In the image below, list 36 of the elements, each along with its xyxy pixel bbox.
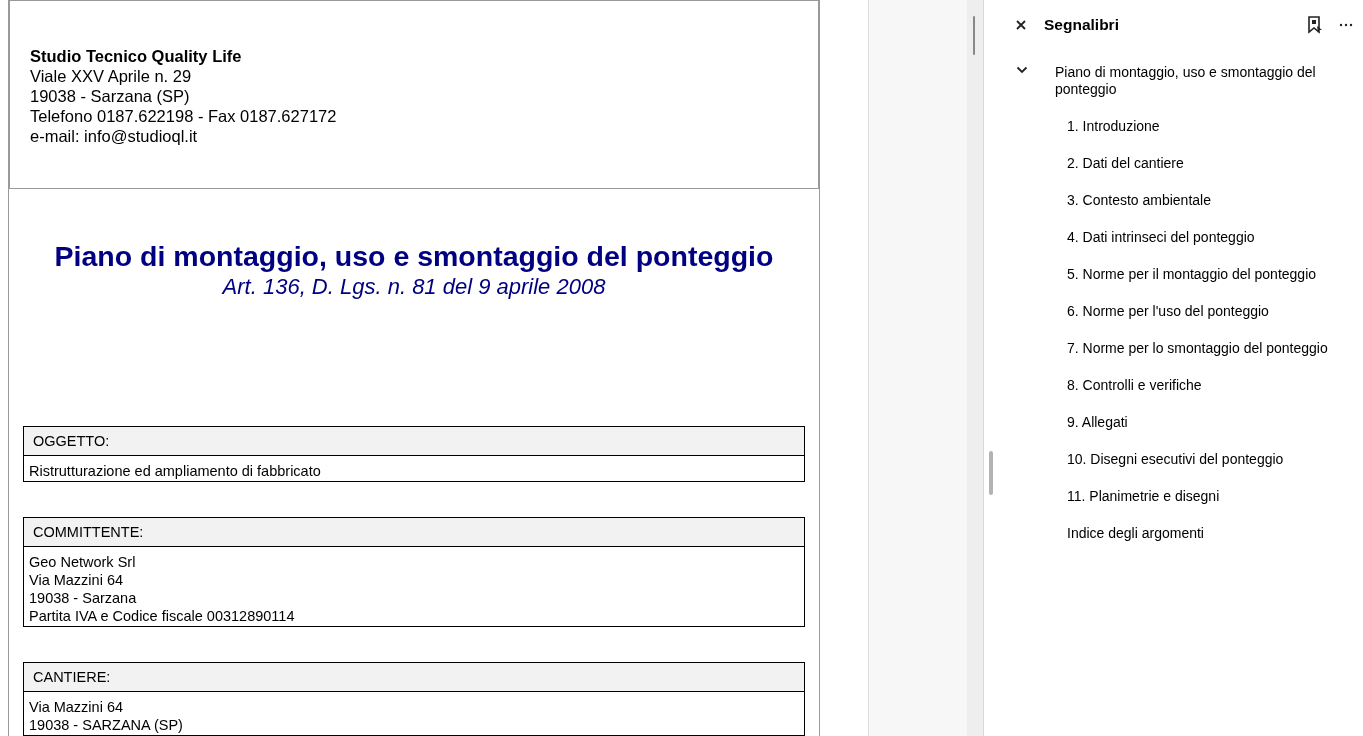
- bookmark-item[interactable]: Piano di montaggio, uso e smontaggio del ponteggio: [1055, 64, 1345, 98]
- bookmark-item[interactable]: 2. Dati del cantiere: [984, 155, 1363, 172]
- panel-title: Segnalibri: [1044, 16, 1119, 34]
- company-name: Studio Tecnico Quality Life: [30, 46, 243, 66]
- bookmark-item[interactable]: 3. Contesto ambientale: [984, 192, 1363, 209]
- table-text: Via Mazzini 64: [29, 571, 125, 589]
- chevron-icon[interactable]: [1016, 66, 1028, 74]
- table-heading: CANTIERE:: [24, 663, 804, 692]
- address-line: e-mail: info@studioql.it: [30, 126, 199, 146]
- table-heading: OGGETTO:: [24, 427, 804, 456]
- table-text: Via Mazzini 64: [29, 698, 125, 716]
- address-line: Viale XXV Aprile n. 29: [30, 66, 193, 86]
- bookmark-item[interactable]: 5. Norme per il montaggio del ponteggio: [984, 266, 1363, 283]
- close-icon[interactable]: [1014, 18, 1028, 32]
- bookmark-item[interactable]: 4. Dati intrinseci del ponteggio: [984, 229, 1363, 246]
- document-subtitle: Art. 136, D. Lgs. n. 81 del 9 aprile 2008: [220, 273, 607, 301]
- bookmark-item[interactable]: 8. Controlli e verifiche: [984, 377, 1363, 394]
- bookmark-item[interactable]: 7. Norme per lo smontaggio del ponteggio: [984, 340, 1363, 357]
- address-line: Telefono 0187.622198 - Fax 0187.627172: [30, 106, 338, 126]
- document-title: Piano di montaggio, uso e smontaggio del ponteggio: [53, 239, 775, 273]
- table-text: Partita IVA e Codice fiscale 00312890114: [29, 607, 296, 625]
- scrollbar-thumb[interactable]: [973, 16, 975, 55]
- bookmark-item[interactable]: 1. Introduzione: [984, 118, 1363, 135]
- bookmark-item[interactable]: Indice degli argomenti: [984, 525, 1363, 542]
- more-icon[interactable]: [1337, 21, 1355, 29]
- table-heading: COMMITTENTE:: [24, 518, 804, 547]
- bookmark-item[interactable]: 9. Allegati: [984, 414, 1363, 431]
- bookmark-item[interactable]: 6. Norme per l'uso del ponteggio: [984, 303, 1363, 320]
- address-line: 19038 - Sarzana (SP): [30, 86, 191, 106]
- table-text: Geo Network Srl: [29, 553, 137, 571]
- table-text: 19038 - Sarzana: [29, 589, 138, 607]
- resize-handle[interactable]: [989, 451, 993, 495]
- table-text: 19038 - SARZANA (SP): [29, 716, 184, 734]
- bookmark-item[interactable]: 11. Planimetrie e disegni: [984, 488, 1363, 505]
- table-text: Ristrutturazione ed ampliamento di fabbricato: [29, 462, 322, 480]
- bookmark-item[interactable]: 10. Disegni esecutivi del ponteggio: [984, 451, 1363, 468]
